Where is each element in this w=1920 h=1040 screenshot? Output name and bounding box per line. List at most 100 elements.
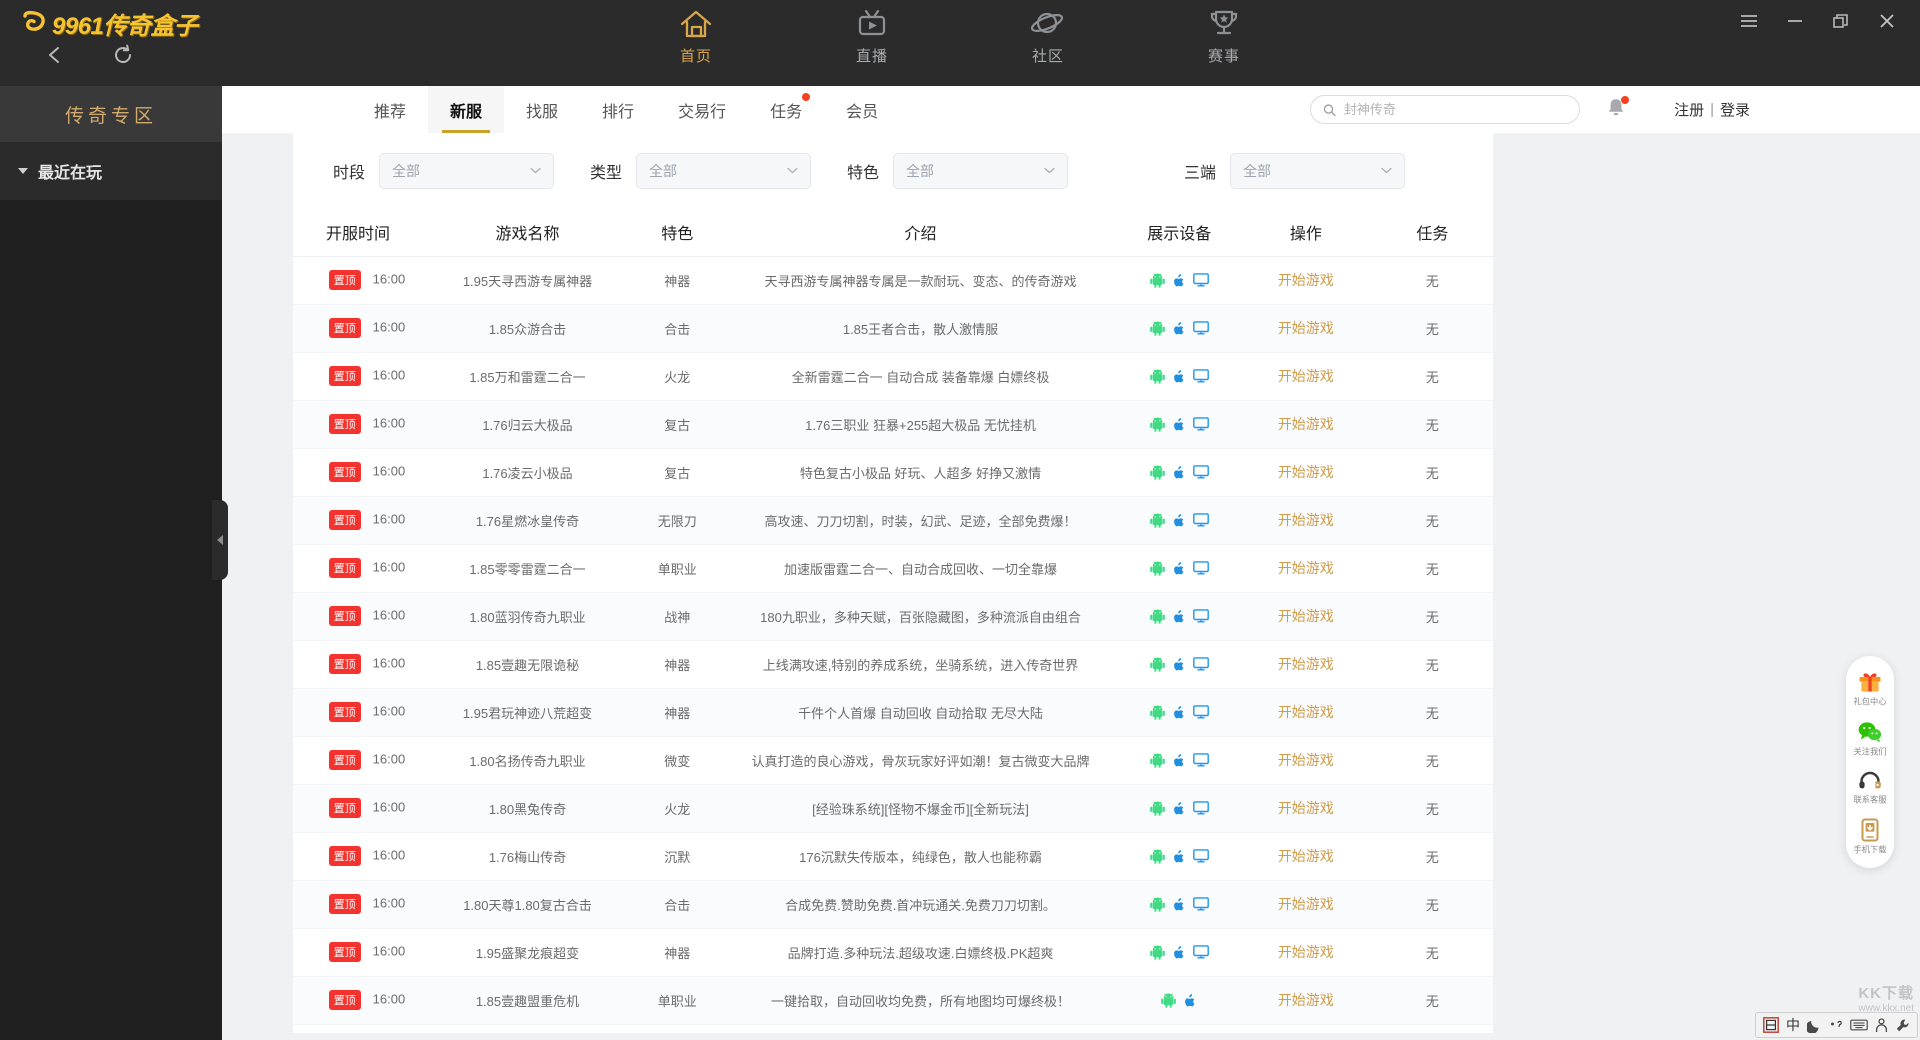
table-row[interactable]: 置顶 16:00 1.85壹趣无限诡秘 神器 上线满攻速,特别的养成系统，坐骑系统，进入… [293,640,1493,689]
table-row[interactable]: 置顶 16:00 1.85万和雷霆二合一 火龙 全新雷霆二合一 自动合成 装备靠爆 白嫖… [293,352,1493,401]
quick-contact-support[interactable]: 联系客服 [1846,766,1894,810]
cell-action: 开始游戏 [1239,928,1372,977]
start-game-button[interactable]: 开始游戏 [1278,560,1334,576]
table-row[interactable]: 置顶 16:00 1.76梅山传奇 沉默 176沉默失传版本，纯绿色，散人也能称霸 开始游… [293,832,1493,881]
cell-game-name[interactable]: 1.85壹趣盟重危机 [422,976,633,1025]
cell-game-name[interactable]: 1.76归云大极品 [422,400,633,449]
person-icon[interactable] [1875,1017,1888,1033]
cell-task: 无 [1371,640,1493,689]
tab-find-server[interactable]: 找服 [504,86,580,133]
start-game-button[interactable]: 开始游戏 [1278,320,1334,336]
table-row[interactable]: 置顶 16:00 1.80蓝羽传奇九职业 战神 180九职业，多种天赋，百张隐藏图，多种… [293,592,1493,641]
cell-game-name[interactable]: 1.80天尊1.80复古合击 [422,880,633,929]
filter-platform-select[interactable]: 全部 [1230,152,1406,189]
apple-icon [1173,945,1184,958]
monitor-icon [1192,273,1209,287]
cell-game-name[interactable]: 1.85众游合击 [422,304,633,353]
notifications-button[interactable] [1604,96,1630,122]
start-game-button[interactable]: 开始游戏 [1278,416,1334,432]
minimize-icon[interactable] [1772,0,1818,42]
quick-mobile-download[interactable]: 手机下载 [1846,814,1894,860]
main-nav-item-community[interactable]: 社区 [1000,8,1096,66]
table-row[interactable]: 置顶 16:00 1.76星燃冰皇传奇 无限刀 高攻速、刀刀切割，时装，幻武、足迹，全部… [293,496,1493,545]
planet-icon [1030,12,1064,34]
search-input[interactable] [1343,102,1567,117]
start-game-button[interactable]: 开始游戏 [1278,800,1334,816]
punctuation-icon[interactable] [1829,1018,1843,1032]
ime-logo-icon[interactable] [1763,1017,1779,1033]
sidebar-item-recent[interactable]: 最近在玩 [0,142,222,200]
maximize-icon[interactable] [1818,0,1864,42]
cell-game-name[interactable]: 1.85万和雷霆二合一 [422,352,633,401]
start-game-button[interactable]: 开始游戏 [1278,992,1334,1008]
main-nav-item-live[interactable]: 直播 [824,8,920,66]
tab-member[interactable]: 会员 [824,86,900,133]
tab-ranking[interactable]: 排行 [580,86,656,133]
cell-game-name[interactable]: 1.95君玩神迹八荒超变 [422,688,633,737]
filter-feature-select[interactable]: 全部 [893,152,1069,189]
sidebar-collapse-handle[interactable] [212,500,228,580]
start-game-button[interactable]: 开始游戏 [1278,464,1334,480]
login-link[interactable]: 登录 [1720,99,1750,120]
start-game-button[interactable]: 开始游戏 [1278,368,1334,384]
cell-game-name[interactable]: 1.80黑兔传奇 [422,784,633,833]
main-nav-item-events[interactable]: 赛事 [1176,8,1272,66]
table-row[interactable]: 置顶 16:00 1.95君玩神迹八荒超变 神器 千件个人首爆 自动回收 自动拾取 无尽… [293,688,1493,737]
table-row[interactable]: 置顶 16:00 1.85众游合击 合击 1.85王者合击，散人激情服 开始游戏 无 [293,304,1493,353]
table-row[interactable]: 置顶 16:00 1.95天寻西游专属神器 神器 天寻西游专属神器专属是一款耐玩、变态、… [293,256,1493,305]
main-nav-item-home[interactable]: 首页 [648,8,744,66]
keyboard-icon[interactable] [1850,1018,1868,1032]
moon-icon[interactable] [1807,1018,1822,1033]
table-row[interactable]: 置顶 16:00 1.95盛聚龙痕超变 神器 品牌打造.多种玩法.超级攻速.白嫖终极.P… [293,928,1493,977]
filter-time-range-select[interactable]: 全部 [379,152,555,189]
filter-type-select[interactable]: 全部 [636,152,812,189]
search-box[interactable] [1310,95,1580,124]
cell-game-name[interactable]: 1.80蓝羽传奇九职业 [422,592,633,641]
start-game-button[interactable]: 开始游戏 [1278,512,1334,528]
start-game-button[interactable]: 开始游戏 [1278,704,1334,720]
tab-trading[interactable]: 交易行 [656,86,748,133]
cell-devices [1118,400,1240,449]
quick-follow-us[interactable]: 关注我们 [1846,716,1894,762]
cell-open-time: 置顶 16:00 [293,832,423,881]
table-row[interactable]: 置顶 16:00 1.80名扬传奇九职业 微变 认真打造的良心游戏，骨灰玩家好评如潮！复… [293,736,1493,785]
pin-badge: 置顶 [328,318,361,338]
back-arrow-icon[interactable] [40,40,70,70]
start-game-button[interactable]: 开始游戏 [1278,896,1334,912]
cell-game-name[interactable]: 1.95盛聚龙痕超变 [422,928,633,977]
cell-game-name[interactable]: 1.95天寻西游专属神器 [422,256,633,305]
start-game-button[interactable]: 开始游戏 [1278,848,1334,864]
tab-tasks[interactable]: 任务 [748,86,824,133]
cell-open-time: 置顶 16:00 [293,640,423,689]
start-game-button[interactable]: 开始游戏 [1278,752,1334,768]
start-game-button[interactable]: 开始游戏 [1278,656,1334,672]
table-row[interactable]: 置顶 16:00 1.80天尊1.80复古合击 合击 合成免费.赞助免费.首冲玩通关.免… [293,880,1493,929]
cell-game-name[interactable]: 1.76梅山传奇 [422,832,633,881]
cell-game-name[interactable]: 1.85零零雷霆二合一 [422,544,633,593]
tab-recommend[interactable]: 推荐 [352,86,428,133]
cell-game-name[interactable]: 1.76凌云小极品 [422,448,633,497]
wrench-icon[interactable] [1895,1018,1910,1033]
start-game-button[interactable]: 开始游戏 [1278,608,1334,624]
col-task: 任务 [1371,208,1493,257]
close-icon[interactable] [1864,0,1910,42]
quick-gift-center[interactable]: 礼包中心 [1846,666,1894,712]
table-row[interactable]: 置顶 16:00 1.80黑兔传奇 火龙 [经验珠系统][怪物不爆金币][全新玩法] 开始… [293,784,1493,833]
tab-new-server[interactable]: 新服 [428,86,505,133]
table-row[interactable]: 置顶 16:00 1.85零零雷霆二合一 单职业 加速版雷霆二合一、自动合成回收、一切全… [293,544,1493,593]
ime-mode-label[interactable]: 中 [1786,1015,1800,1035]
table-row[interactable]: 置顶 16:00 1.85壹趣盟重危机 单职业 一键拾取，自动回收均免费，所有地图均可爆… [293,976,1493,1025]
cell-devices [1118,736,1240,785]
register-link[interactable]: 注册 [1674,99,1704,120]
table-row[interactable]: 置顶 16:00 1.76归云大极品 复古 1.76三职业 狂暴+255超大极品 无忧挂… [293,400,1493,449]
menu-icon[interactable] [1726,0,1772,42]
cell-game-name[interactable]: 1.80名扬传奇九职业 [422,736,633,785]
start-game-button[interactable]: 开始游戏 [1278,944,1334,960]
cell-intro: 合成免费.赞助免费.首冲玩通关.免费刀刀切割。 [722,880,1119,929]
cell-game-name[interactable]: 1.85壹趣无限诡秘 [422,640,633,689]
cell-game-name[interactable]: 1.76星燃冰皇传奇 [422,496,633,545]
headset-icon [1859,771,1881,789]
refresh-icon[interactable] [108,40,138,70]
start-game-button[interactable]: 开始游戏 [1278,272,1334,288]
table-row[interactable]: 置顶 16:00 1.76凌云小极品 复古 特色复古小极品 好玩、人超多 好挣又激情 开始… [293,448,1493,497]
